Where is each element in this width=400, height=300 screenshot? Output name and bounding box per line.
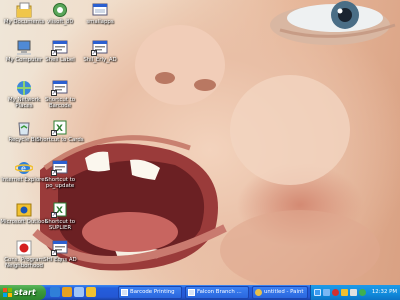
shortcut-arrow-icon: ↗ <box>91 50 97 56</box>
expand-tray-icon[interactable] <box>314 289 321 296</box>
shortcut-icon: ↗ <box>51 80 69 96</box>
shortcut-icon: ↗ <box>91 40 109 56</box>
taskbar-button-falcon-branch[interactable]: Falcon Branch ... <box>185 286 249 299</box>
task-label: untitled - Paint <box>264 289 304 295</box>
internet-explorer-icon: e <box>14 160 34 176</box>
my-documents-icon <box>15 2 33 18</box>
task-label: Falcon Branch ... <box>197 289 242 295</box>
desktop-icon-shortcut-cards[interactable]: X ↗ Shortcut to Cards <box>36 120 84 143</box>
desktop-icon-shortcut-suplier[interactable]: X ↗ Shortcut to SUPLIER <box>36 202 84 231</box>
my-computer-icon <box>15 40 33 56</box>
paint-icon <box>255 289 262 296</box>
svg-text:X: X <box>56 124 63 134</box>
desktop[interactable]: My Documents My Computer My Network Plac… <box>0 0 400 285</box>
taskbar: start Barcode Printing Falcon Branch ...… <box>0 285 400 300</box>
desktop-icon-shortcut-po-update[interactable]: ↗ Shortcut to po_update <box>36 160 84 189</box>
network-icon[interactable] <box>323 289 330 296</box>
shortcut-arrow-icon: ↗ <box>51 50 57 56</box>
outlook-icon[interactable] <box>86 287 96 297</box>
icon-label: SHI Eqns AD <box>43 257 77 263</box>
shortcut-icon: ↗ <box>51 160 69 176</box>
network-places-icon <box>15 80 33 96</box>
shortcut-arrow-icon: ↗ <box>51 212 57 218</box>
window-icon <box>188 289 195 296</box>
browser-icon[interactable] <box>50 287 60 297</box>
folder-window-icon <box>91 2 109 18</box>
icon-label: Shil_Erly_AD <box>83 57 117 63</box>
icon-label: Shortcut to Barcode <box>44 97 76 109</box>
system-tray: 12:32 PM <box>310 285 400 300</box>
excel-shortcut-icon: X ↗ <box>51 120 69 136</box>
shortcut-arrow-icon: ↗ <box>51 90 57 96</box>
taskbar-button-paint[interactable]: untitled - Paint <box>252 286 308 299</box>
citrix-icon <box>15 240 33 256</box>
shortcut-icon: ↗ <box>51 240 69 256</box>
clock[interactable]: 12:32 PM <box>372 285 397 300</box>
icon-label: Shortcut to po_update <box>44 177 76 189</box>
excel-shortcut-icon: X ↗ <box>51 202 69 218</box>
update-icon[interactable] <box>359 289 366 296</box>
icon-label: Shortcut to SUPLIER <box>44 219 76 231</box>
security-icon[interactable] <box>341 289 348 296</box>
start-label: start <box>14 288 36 297</box>
desktop-icon-shil-erly-ad[interactable]: ↗ Shil_Erly_AD <box>76 40 124 63</box>
shortcut-arrow-icon: ↗ <box>51 130 57 136</box>
shortcut-arrow-icon: ↗ <box>51 170 57 176</box>
antivirus-icon[interactable] <box>332 289 339 296</box>
start-button[interactable]: start <box>0 285 46 300</box>
desktop-icon-shortcut-barcode[interactable]: ↗ Shortcut to Barcode <box>36 80 84 109</box>
recycle-bin-icon <box>15 120 33 136</box>
desktop-icon-smallapps[interactable]: smallapps <box>76 2 124 25</box>
icon-label: smallapps <box>86 19 114 25</box>
desktop-icon-shi-eqns-ad[interactable]: ↗ SHI Eqns AD <box>36 240 84 263</box>
taskbar-button-barcode-printing[interactable]: Barcode Printing <box>118 286 182 299</box>
shortcut-icon: ↗ <box>51 40 69 56</box>
outlook-icon <box>15 202 33 218</box>
task-label: Barcode Printing <box>130 289 175 295</box>
svg-text:X: X <box>56 206 63 216</box>
windows-flag-icon <box>3 288 12 297</box>
shortcut-arrow-icon: ↗ <box>51 250 57 256</box>
window-icon <box>121 289 128 296</box>
volume-icon[interactable] <box>350 289 357 296</box>
svg-text:e: e <box>21 164 26 173</box>
icon-label: Shortcut to Cards <box>36 137 84 143</box>
media-icon[interactable] <box>62 287 72 297</box>
program-icon <box>51 2 69 18</box>
desktop-icon[interactable] <box>74 287 84 297</box>
